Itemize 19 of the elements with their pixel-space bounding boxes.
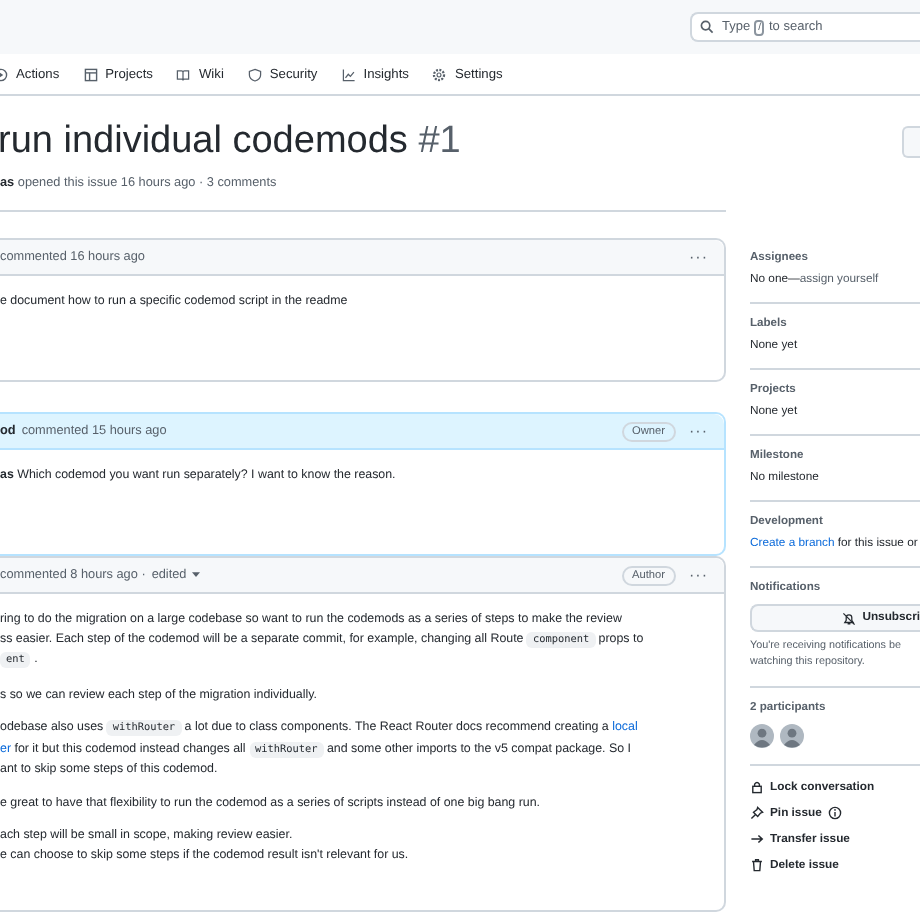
trash-icon [750, 858, 764, 872]
shield-icon [247, 67, 262, 81]
lock-icon [750, 780, 764, 794]
search-icon [700, 20, 714, 34]
more-button[interactable]: ··· [689, 566, 708, 584]
book-icon [176, 67, 191, 81]
bell-slash-icon [842, 611, 857, 625]
issue-title: run individual codemods #1 [0, 118, 461, 166]
arrow-icon [750, 832, 764, 846]
table-icon [83, 67, 98, 81]
avatar[interactable] [750, 724, 774, 748]
avatar[interactable] [780, 724, 804, 748]
more-button[interactable]: ··· [689, 422, 708, 440]
info-icon[interactable] [827, 806, 842, 820]
more-button[interactable]: ··· [689, 248, 708, 266]
pin-icon [750, 806, 764, 820]
settings-icon [432, 67, 447, 81]
caret-icon [192, 572, 201, 578]
graph-icon [341, 67, 356, 81]
